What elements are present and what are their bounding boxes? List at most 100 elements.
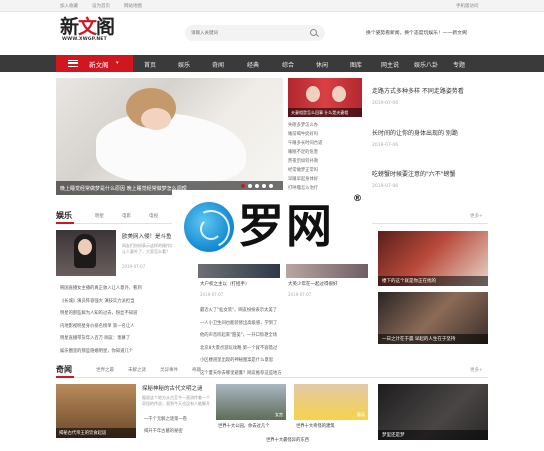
list-item[interactable]: 午睡多长时间合适 (288, 139, 362, 148)
nav-item-topics[interactable]: 专题 (453, 60, 465, 69)
nav-item-gallery[interactable]: 图库 (350, 60, 362, 69)
tab-supernatural[interactable]: 灵异事件 (160, 367, 178, 373)
nav-item-gossip[interactable]: 娱乐八卦 (414, 60, 438, 69)
hero-slider[interactable]: 晚上睡觉经常做梦是什么原因 晚上睡觉经常做梦怎么调理 (56, 78, 283, 195)
list-item[interactable]: 他的声音听起来"甜美"，一开口惊艳全场 (200, 330, 365, 343)
divider (56, 377, 488, 378)
list-item[interactable]: 《长城》演员阵容强大 演技实力派担当 (60, 296, 190, 309)
hero-pillow (96, 113, 246, 183)
list-item[interactable]: 睡前喝牛奶好吗 (288, 130, 362, 139)
chevron-down-icon: ▾ (116, 60, 119, 66)
search-box (185, 25, 325, 41)
logo-domain: WWW.XWGP.NET (62, 37, 107, 42)
list-item[interactable]: 一人小卫生间也能装修出高级感，学到了 (200, 318, 365, 331)
photo-face (306, 86, 320, 102)
news-date: 2019-07-06 (372, 184, 399, 189)
list-item[interactable]: 揭开千年古墓的秘密 (144, 428, 183, 434)
tile-caption: 梦里还是梦 (382, 433, 405, 438)
tab-tv[interactable]: 电视 (149, 213, 158, 219)
news-title: 长时间的让你的身体出现的 别跪 (372, 130, 458, 137)
site-logo[interactable]: 新文阁 WWW.XWGP.NET (60, 17, 126, 47)
right-news-item[interactable]: 吃螃蟹时候要注意的"六不"螃蟹 2019-07-06 (372, 169, 488, 189)
ent-headline[interactable]: 欧美网入侵！是斗鱼 (122, 232, 172, 240)
list-item[interactable]: 这个夏天你去哪里避暑？网友推荐这些地方 (200, 368, 365, 381)
topbar-link-favorite[interactable]: 加入收藏 (60, 3, 78, 9)
list-item[interactable]: 经常做梦正常吗 (288, 166, 362, 175)
tile-caption: 女宫 (275, 412, 283, 417)
side-photo-caption: 夫妻相是怎么回事 什么是夫妻相 (291, 110, 349, 115)
slider-dot[interactable] (241, 184, 245, 188)
strange-image-2[interactable]: 蘑菇 (294, 384, 368, 420)
topbar-link-sitemap[interactable]: 网站地图 (124, 3, 142, 9)
more-link-strange[interactable]: 更多+ (470, 367, 483, 373)
globe-icon (184, 202, 234, 252)
right-image-caption: 一日之计在于晨 早起的人生在于坚持 (382, 337, 456, 342)
side-photo[interactable]: 夫妻相是怎么回事 什么是夫妻相 (288, 78, 362, 117)
nav-home-button[interactable]: 新文阁 ▾ (56, 55, 133, 72)
search-input[interactable] (191, 28, 301, 38)
tab-fun[interactable]: 奇趣 (192, 367, 201, 373)
strange-caption-1[interactable]: 世界十大公园，你去过几个 (218, 423, 270, 429)
strange-image-1[interactable]: 女宫 (216, 384, 286, 420)
mid-caption-2[interactable]: 大英少年在一起过得很好 (288, 281, 338, 287)
menu-icon (68, 60, 78, 67)
slider-dot[interactable] (255, 184, 259, 188)
list-item[interactable]: 睡眠不足的危害 (288, 148, 362, 157)
list-item[interactable]: 失眠多梦怎么办 (288, 121, 362, 130)
registered-mark: ® (353, 194, 362, 204)
photo-face (332, 86, 346, 102)
tab-movies[interactable]: 电影 (122, 213, 131, 219)
search-icon[interactable] (310, 29, 317, 36)
mid-news-list: 最近火了"仙女装"，网友纷纷表示太美了 一人小卫生间也能装修出高级感，学到了 他… (200, 305, 365, 380)
right-image-2[interactable]: 一日之计在于晨 早起的人生在于坚持 (378, 292, 488, 344)
slider-dot[interactable] (269, 184, 273, 188)
nav-item-strange[interactable]: 奇闻 (212, 60, 224, 69)
nav-item-entertainment[interactable]: 娱乐 (178, 60, 190, 69)
topbar-link-mobile[interactable]: 手机版访问 (456, 3, 479, 9)
tab-world-records[interactable]: 世界之最 (96, 367, 114, 373)
list-item[interactable]: 娱乐圈里的那些隐婚明星，你知道几个 (60, 346, 190, 359)
list-item[interactable]: 一千个无解之谜第一卷 (144, 416, 187, 422)
list-item[interactable]: 熬夜后如何补救 (288, 157, 362, 166)
thumb-face (78, 239, 92, 255)
more-link-entertainment[interactable]: 更多+ (470, 213, 483, 219)
list-item[interactable]: 小区楼道里出现的神秘图案是什么意思 (200, 355, 365, 368)
mid-caption-1[interactable]: 大户权之主以（打招手） (200, 281, 250, 287)
top-bar: 加入收藏 设为首页 网站地图 手机版访问 (0, 0, 544, 12)
tile-caption: 蘑菇 (357, 412, 365, 417)
nav-item-leisure[interactable]: 休闲 (316, 60, 328, 69)
list-item[interactable]: 明星的那些鲜为人知的过去，粉丝不知道 (60, 308, 190, 321)
nav-home-label: 新文阁 (89, 61, 109, 69)
strange-thumb[interactable]: 揭秘古代帝王的饮食起居 (56, 384, 136, 438)
list-item[interactable]: 韩国直播女主播的真正收入让人意外，看到 (60, 283, 190, 296)
nav-item-classic[interactable]: 经典 (247, 60, 259, 69)
strange-headline[interactable]: 探秘神秘的古代文明之谜 (142, 384, 203, 392)
right-image-1[interactable]: 楼下的这个就是你正在找的 (378, 231, 488, 286)
tab-stars[interactable]: 明星 (95, 213, 104, 219)
list-item[interactable]: 北京8大景点游玩攻略 第一个就不容错过 (200, 343, 365, 356)
list-item[interactable]: 早睡早起身体好 (288, 175, 362, 184)
site-slogan: 换个姿势看新闻，换个态度玩娱乐！——新文阁 (366, 31, 467, 36)
nav-item-owner[interactable]: 网主说 (381, 60, 399, 69)
right-news-item[interactable]: 走路方式多种多样 不同走路姿势看 2019-07-06 (372, 86, 488, 106)
slider-dot[interactable] (248, 184, 252, 188)
strange-image-3[interactable]: 梦里还是梦 (378, 384, 488, 440)
news-title: 吃螃蟹时候要注意的"六不"螃蟹 (372, 171, 456, 178)
mid-date-1: 2019-07-07 (200, 292, 224, 297)
logo-char-1: 新 (60, 16, 79, 38)
strange-caption-2[interactable]: 世界十大奇怪的建筑 (296, 423, 335, 429)
list-item[interactable]: 明星直播带货年入百万 网友：羡慕了 (60, 333, 190, 346)
strange-description: 据说这个地方从古至今一直流传着一个奇怪的传说，直到今天也没有人能解开 (142, 395, 210, 406)
nav-item-home[interactable]: 首页 (144, 60, 156, 69)
ent-thumb[interactable] (56, 230, 116, 276)
list-item[interactable]: 内地影视明星身价排名榜单 第一名让人 (60, 321, 190, 334)
ent-news-list: 韩国直播女主播的真正收入让人意外，看到 《长城》演员阵容强大 演技实力派担当 明… (60, 283, 190, 358)
right-image-caption: 楼下的这个就是你正在找的 (382, 279, 436, 284)
list-item[interactable]: 最近火了"仙女装"，网友纷纷表示太美了 (200, 305, 365, 318)
slider-dot[interactable] (262, 184, 266, 188)
nav-item-general[interactable]: 综合 (282, 60, 294, 69)
right-news-item[interactable]: 长时间的让你的身体出现的 别跪 2019-07-06 (372, 128, 488, 148)
strange-caption-3[interactable]: 世界十大最怪异的东西 (266, 437, 309, 443)
tab-mysteries[interactable]: 未解之谜 (128, 367, 146, 373)
topbar-link-homepage[interactable]: 设为首页 (92, 3, 110, 9)
